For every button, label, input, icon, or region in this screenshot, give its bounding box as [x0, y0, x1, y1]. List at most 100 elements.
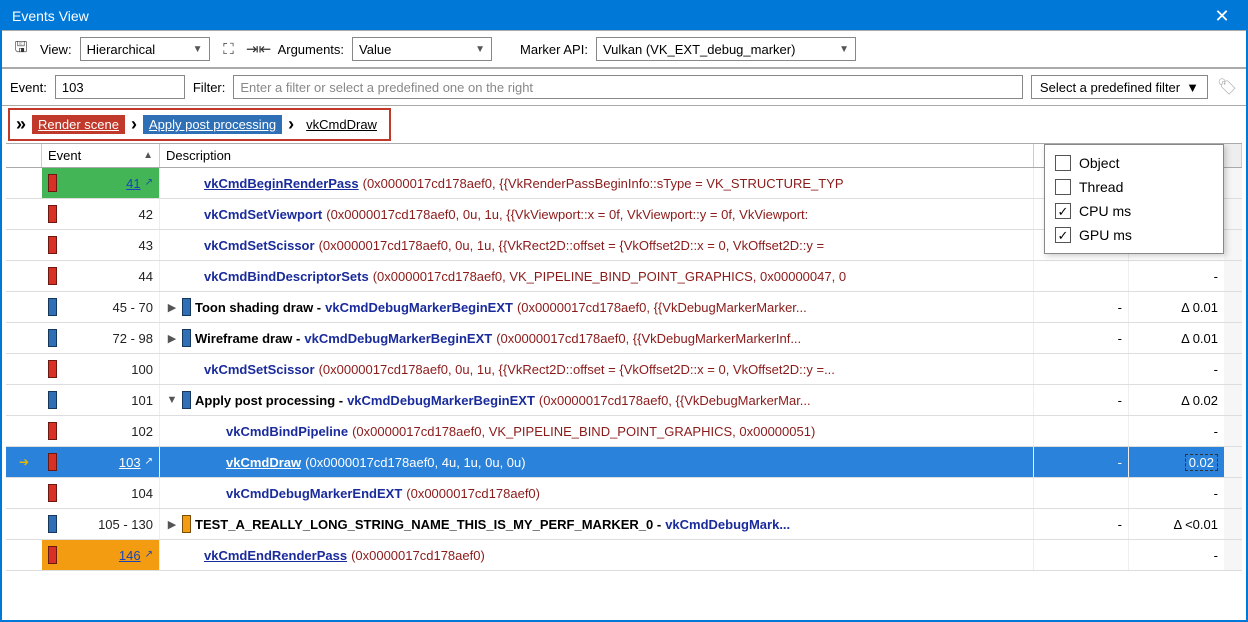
event-id-link[interactable]: 41	[126, 176, 140, 191]
close-icon[interactable]: ✕	[1202, 2, 1242, 30]
checkbox-icon[interactable]	[1055, 155, 1071, 171]
event-id-link[interactable]: 103	[119, 455, 141, 470]
scroll-gutter	[1224, 230, 1242, 260]
cpu-cell	[1034, 478, 1129, 508]
call-args: (0x0000017cd178aef0, 0u, 1u, {{VkRect2D:…	[319, 362, 835, 377]
checkbox-icon[interactable]	[1055, 179, 1071, 195]
row-gutter	[6, 292, 42, 322]
marker-icon	[48, 453, 57, 471]
collapse-icon[interactable]: ⇥⇤	[248, 38, 270, 60]
breadcrumb-vkcmddraw[interactable]: vkCmdDraw	[300, 115, 383, 134]
event-id-cell: 72 - 98	[42, 323, 160, 353]
table-row[interactable]: 45 - 70▶ Toon shading draw - vkCmdDebugM…	[6, 292, 1242, 323]
table-row[interactable]: 44vkCmdBindDescriptorSets(0x0000017cd178…	[6, 261, 1242, 292]
event-id-link[interactable]: 146	[119, 548, 141, 563]
function-name: vkCmdSetScissor	[204, 362, 315, 377]
column-toggle-option[interactable]: ✓GPU ms	[1055, 223, 1213, 247]
row-gutter	[6, 354, 42, 384]
marker-api-select[interactable]: Vulkan (VK_EXT_debug_marker) ▼	[596, 37, 856, 61]
event-id-cell: 104	[42, 478, 160, 508]
view-select[interactable]: Hierarchical ▼	[80, 37, 210, 61]
disclosure-icon[interactable]: ▶	[166, 518, 178, 531]
toolbar-top: 🖫 View: Hierarchical ▼ ⛶ ⇥⇤ Arguments: V…	[2, 30, 1246, 68]
column-visibility-panel: Object Thread✓CPU ms✓GPU ms	[1044, 144, 1224, 254]
predefined-filter-select[interactable]: Select a predefined filter ▼	[1031, 75, 1208, 99]
row-gutter	[6, 168, 42, 198]
cpu-cell	[1034, 354, 1129, 384]
cpu-cell	[1034, 540, 1129, 570]
gpu-cell: Δ 0.02	[1129, 385, 1224, 415]
col-description[interactable]: Description	[160, 144, 1034, 167]
scroll-gutter	[1224, 385, 1242, 415]
row-gutter	[6, 230, 42, 260]
chevron-down-icon: ▼	[839, 44, 849, 55]
row-gutter	[6, 261, 42, 291]
scroll-gutter	[1224, 292, 1242, 322]
column-toggle-option[interactable]: Thread	[1055, 175, 1213, 199]
table-row[interactable]: ➔103↗vkCmdDraw(0x0000017cd178aef0, 4u, 1…	[6, 447, 1242, 478]
table-row[interactable]: 101▼ Apply post processing - vkCmdDebugM…	[6, 385, 1242, 416]
function-name: vkCmdDebugMarkerBeginEXT	[304, 331, 492, 346]
scrollbar-track[interactable]	[1224, 144, 1242, 167]
breadcrumb-apply-post[interactable]: Apply post processing	[143, 115, 282, 134]
chevron-double-icon[interactable]: »	[16, 114, 26, 135]
description-cell: vkCmdSetScissor (0x0000017cd178aef0, 0u, …	[160, 354, 1034, 384]
marker-icon	[48, 236, 57, 254]
function-name: vkCmdDebugMarkerBeginEXT	[325, 300, 513, 315]
disclosure-icon[interactable]: ▼	[166, 394, 178, 406]
description-cell: ▶ Wireframe draw - vkCmdDebugMarkerBegin…	[160, 323, 1034, 353]
scroll-gutter	[1224, 416, 1242, 446]
description-cell: vkCmdDebugMarkerEndEXT(0x0000017cd178aef…	[160, 478, 1034, 508]
row-gutter	[6, 385, 42, 415]
disclosure-icon[interactable]: ▶	[166, 301, 178, 314]
marker-icon	[48, 546, 57, 564]
function-name[interactable]: vkCmdBeginRenderPass	[204, 176, 359, 191]
filter-label: Filter:	[193, 80, 226, 95]
function-name[interactable]: vkCmdEndRenderPass	[204, 548, 347, 563]
scroll-gutter	[1224, 354, 1242, 384]
marker-icon	[48, 422, 57, 440]
table-row[interactable]: 72 - 98▶ Wireframe draw - vkCmdDebugMark…	[6, 323, 1242, 354]
checkbox-icon[interactable]: ✓	[1055, 227, 1071, 243]
cpu-cell	[1034, 416, 1129, 446]
marker-icon	[48, 205, 57, 223]
tags-icon[interactable]: 🏷	[1216, 76, 1238, 98]
filter-input[interactable]	[233, 75, 1023, 99]
marker-icon	[48, 329, 57, 347]
scroll-gutter	[1224, 323, 1242, 353]
column-toggle-option[interactable]: Object	[1055, 151, 1213, 175]
option-label: Object	[1079, 155, 1119, 171]
gpu-cell: Δ 0.01	[1129, 323, 1224, 353]
table-row[interactable]: 100vkCmdSetScissor(0x0000017cd178aef0, 0…	[6, 354, 1242, 385]
checkbox-icon[interactable]: ✓	[1055, 203, 1071, 219]
titlebar: Events View ✕	[2, 2, 1246, 30]
table-row[interactable]: 102vkCmdBindPipeline(0x0000017cd178aef0,…	[6, 416, 1242, 447]
table-row[interactable]: 146↗vkCmdEndRenderPass(0x0000017cd178aef…	[6, 540, 1242, 571]
save-icon[interactable]: 🖫	[10, 38, 32, 60]
expand-icon[interactable]: ⛶	[218, 38, 240, 60]
row-gutter	[6, 478, 42, 508]
disclosure-icon[interactable]: ▶	[166, 332, 178, 345]
gpu-cell: -	[1129, 354, 1224, 384]
marker-label: TEST_A_REALLY_LONG_STRING_NAME_THIS_IS_M…	[195, 517, 661, 532]
event-input[interactable]	[55, 75, 185, 99]
cpu-cell: -	[1034, 385, 1129, 415]
cpu-cell: -	[1034, 509, 1129, 539]
description-cell: vkCmdDraw(0x0000017cd178aef0, 4u, 1u, 0u…	[160, 447, 1034, 477]
event-id-cell: 146↗	[42, 540, 160, 570]
description-cell: vkCmdBeginRenderPass(0x0000017cd178aef0,…	[160, 168, 1034, 198]
chevron-down-icon: ▼	[1186, 80, 1199, 95]
call-args: (0x0000017cd178aef0, {{VkDebugMarkerMar.…	[539, 393, 811, 408]
column-toggle-option[interactable]: ✓CPU ms	[1055, 199, 1213, 223]
marker-api-label: Marker API:	[520, 42, 588, 57]
table-row[interactable]: 105 - 130▶ TEST_A_REALLY_LONG_STRING_NAM…	[6, 509, 1242, 540]
chevron-right-icon: ›	[288, 114, 294, 135]
function-name[interactable]: vkCmdDraw	[226, 455, 301, 470]
breadcrumb-render-scene[interactable]: Render scene	[32, 115, 125, 134]
col-event[interactable]: Event ▲	[42, 144, 160, 167]
table-row[interactable]: 104vkCmdDebugMarkerEndEXT(0x0000017cd178…	[6, 478, 1242, 509]
event-label: Event:	[10, 80, 47, 95]
window-title: Events View	[6, 8, 1202, 24]
arguments-select[interactable]: Value ▼	[352, 37, 492, 61]
function-name: vkCmdDebugMarkerBeginEXT	[347, 393, 535, 408]
